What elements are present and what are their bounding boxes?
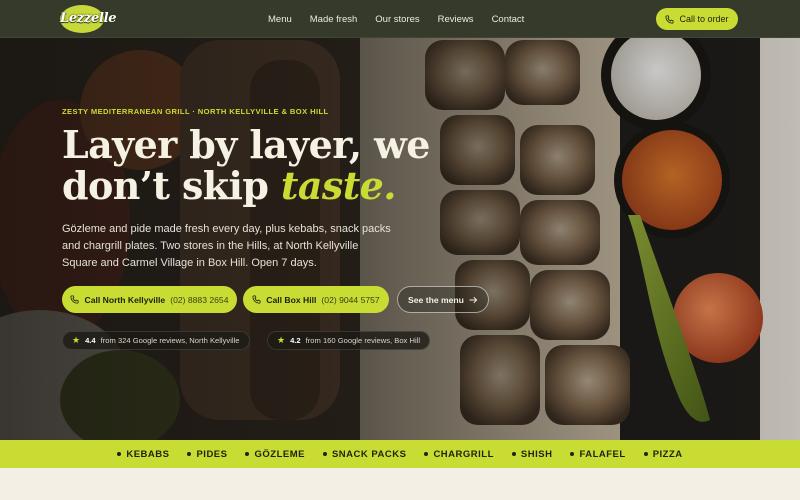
hero-overlay — [0, 0, 800, 440]
call-to-order-label: Call to order — [679, 14, 729, 24]
rating-text: from 324 Google reviews, North Kellyvill… — [100, 336, 240, 345]
phone-icon — [70, 295, 79, 304]
brand-logo[interactable]: Lezzelle — [60, 5, 117, 33]
see-menu-button[interactable]: See the menu — [397, 286, 489, 313]
category-label: PIDES — [196, 448, 228, 460]
category-item: SHISH — [511, 448, 553, 460]
phone-icon — [252, 295, 261, 304]
category-label: SHISH — [520, 448, 553, 460]
star-icon: ★ — [277, 335, 286, 345]
next-section — [0, 468, 800, 500]
hero-headline: Layer by layer, we don’t skip taste. — [62, 124, 482, 206]
see-menu-label: See the menu — [408, 294, 464, 305]
rating-badge-north-kellyville: ★ 4.4 from 324 Google reviews, North Kel… — [62, 331, 250, 350]
category-item: CHARGRILL — [424, 449, 493, 460]
star-icon: ★ — [72, 335, 81, 345]
call-north-kellyville-button[interactable]: Call North Kellyville (02) 8883 2654 — [62, 286, 237, 313]
category-item: FALAFEL — [570, 449, 625, 460]
headline-accent: taste. — [280, 163, 397, 208]
category-item: GÖZLEME — [245, 449, 304, 460]
bullet-icon — [187, 452, 192, 456]
rating-score: 4.4 — [85, 336, 96, 345]
bullet-icon — [570, 452, 575, 456]
bullet-icon — [117, 452, 122, 456]
call-to-order-button[interactable]: Call to order — [656, 8, 738, 30]
bullet-icon — [643, 452, 648, 456]
hero-description: Gözleme and pide made fresh every day, p… — [62, 223, 391, 269]
call-box-hill-label: Call Box Hill — [266, 294, 317, 305]
category-item: KEBABS — [117, 449, 169, 460]
arrow-right-icon — [469, 296, 478, 303]
category-item: SNACK PACKS — [322, 448, 407, 460]
nav-link-made-fresh[interactable]: Made fresh — [310, 14, 358, 25]
headline-line-2: don’t skip — [62, 163, 281, 208]
box-hill-phone-number: (02) 9044 5757 — [321, 294, 380, 305]
category-label: GÖZLEME — [254, 448, 305, 460]
rating-text: from 160 Google reviews, Box Hill — [305, 336, 421, 345]
bullet-icon — [322, 452, 327, 456]
call-north-kellyville-label: Call North Kellyville — [84, 294, 166, 305]
nav-link-reviews[interactable]: Reviews — [438, 14, 474, 25]
category-item: PIZZA — [643, 448, 683, 460]
rating-badge-box-hill: ★ 4.2 from 160 Google reviews, Box Hill — [267, 331, 431, 350]
category-label: SNACK PACKS — [331, 448, 407, 460]
category-strip: KEBABS PIDES GÖZLEME SNACK PACKS CHARGRI… — [0, 440, 800, 468]
nav-link-contact[interactable]: Contact — [492, 14, 525, 25]
bullet-icon — [511, 452, 516, 456]
category-label: KEBABS — [126, 448, 170, 460]
hero-eyebrow: ZESTY MEDITERRANEAN GRILL · NORTH KELLYV… — [62, 107, 329, 116]
category-label: PIZZA — [652, 448, 683, 460]
hero-section — [0, 0, 800, 440]
nav-links: Menu Made fresh Our stores Reviews Conta… — [268, 0, 542, 38]
category-label: CHARGRILL — [433, 448, 494, 460]
nav-link-menu[interactable]: Menu — [268, 14, 292, 25]
rating-score: 4.2 — [290, 336, 301, 345]
nav-link-our-stores[interactable]: Our stores — [375, 14, 419, 25]
top-nav: Lezzelle Menu Made fresh Our stores Revi… — [0, 0, 800, 38]
phone-icon — [665, 14, 674, 24]
bullet-icon — [245, 452, 250, 456]
bullet-icon — [424, 452, 429, 456]
category-label: FALAFEL — [579, 448, 626, 460]
category-item: PIDES — [187, 449, 227, 460]
north-kellyville-phone-number: (02) 8883 2654 — [170, 294, 229, 305]
headline-line-1: Layer by layer, we — [62, 122, 430, 167]
call-box-hill-button[interactable]: Call Box Hill (02) 9044 5757 — [243, 286, 389, 313]
